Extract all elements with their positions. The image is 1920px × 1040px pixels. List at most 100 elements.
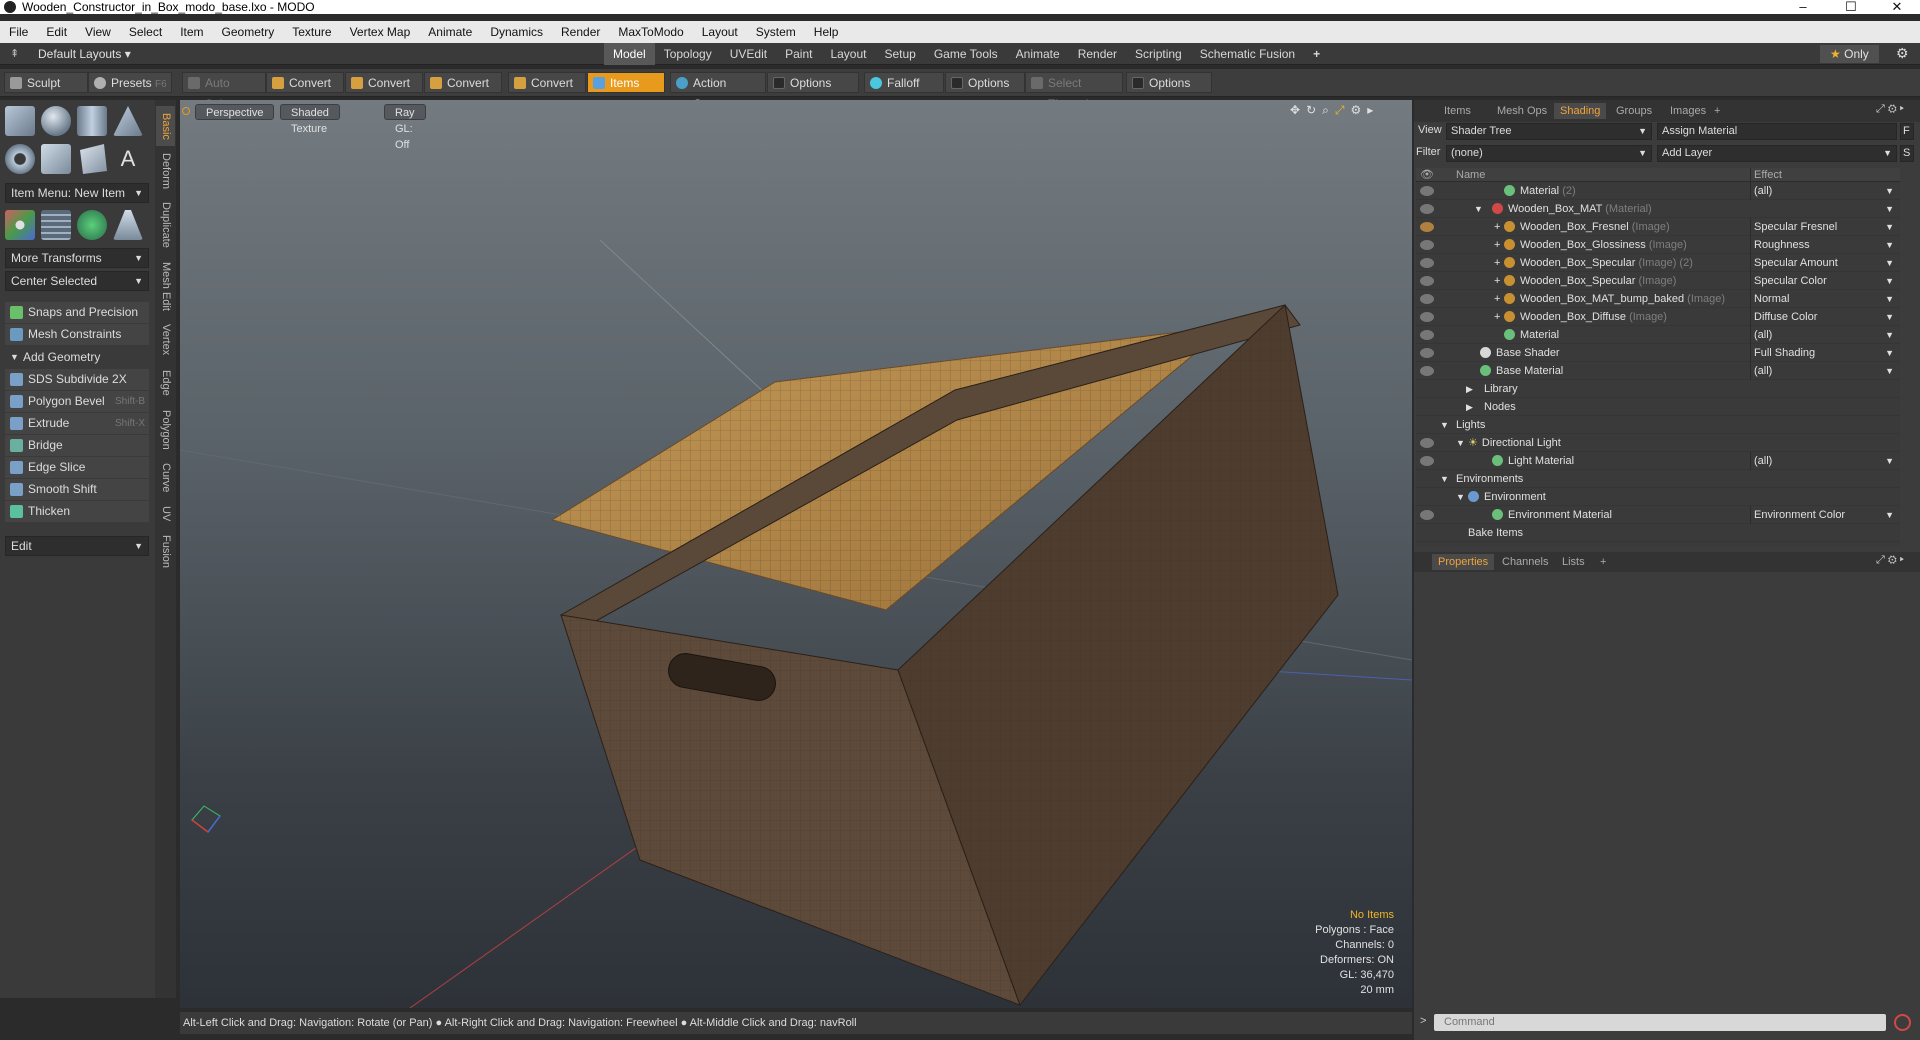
layouts-icon[interactable]: ⇞ xyxy=(10,47,19,60)
expand-plus-icon[interactable]: + xyxy=(1494,218,1500,236)
vtab-uv[interactable]: UV xyxy=(156,500,175,528)
expand-arrow-icon[interactable]: ▼ xyxy=(1440,416,1449,434)
tab-animate[interactable]: Animate xyxy=(1007,43,1069,65)
action-center-options-button[interactable]: Options xyxy=(767,72,859,93)
perspective-icon[interactable] xyxy=(113,210,143,240)
visibility-eye-icon[interactable] xyxy=(1420,258,1434,268)
tree-row[interactable]: ▼ Environment xyxy=(1416,488,1900,506)
visibility-eye-icon[interactable] xyxy=(1420,294,1434,304)
tree-row[interactable]: Base Material (all) ▼ xyxy=(1416,362,1900,380)
tab-schematic-fusion[interactable]: Schematic Fusion xyxy=(1191,43,1304,65)
f-button[interactable]: F xyxy=(1900,123,1914,140)
menu-file[interactable]: File xyxy=(0,21,37,43)
row-effect[interactable]: Normal ▼ xyxy=(1750,290,1900,308)
visibility-eye-icon[interactable] xyxy=(1420,204,1434,214)
visibility-eye-icon[interactable] xyxy=(1420,510,1434,520)
default-layouts-dropdown[interactable]: Default Layouts ▾ xyxy=(38,43,131,65)
collapsed-arrow-icon[interactable]: ▶ xyxy=(1466,380,1473,398)
menu-system[interactable]: System xyxy=(747,21,805,43)
tree-row[interactable]: Light Material (all) ▼ xyxy=(1416,452,1900,470)
visibility-eye-icon[interactable] xyxy=(1420,276,1434,286)
tool-sds-subdivide[interactable]: SDS Subdivide 2X xyxy=(5,369,149,390)
expand-arrow-icon[interactable]: ▼ xyxy=(1474,200,1483,218)
expand-plus-icon[interactable]: + xyxy=(1494,254,1500,272)
tab-mesh-ops[interactable]: Mesh Ops xyxy=(1491,103,1553,119)
globe-icon[interactable] xyxy=(77,210,107,240)
convert-edges-button[interactable]: Convert xyxy=(345,72,423,93)
assign-material-button[interactable]: Assign Material xyxy=(1657,123,1897,140)
tab-uvedit[interactable]: UVEdit xyxy=(721,43,776,65)
close-icon[interactable]: ✕ xyxy=(1874,0,1920,14)
select-through-button[interactable]: Select Through xyxy=(1025,72,1123,111)
expand-arrow-icon[interactable]: ▼ xyxy=(1440,470,1449,488)
vtab-polygon[interactable]: Polygon xyxy=(156,404,175,456)
collapsed-arrow-icon[interactable]: ▶ xyxy=(1466,398,1473,416)
tab-render[interactable]: Render xyxy=(1069,43,1126,65)
add-layer-dropdown[interactable]: Add Layer ▼ xyxy=(1657,145,1897,162)
effect-column-header[interactable]: Effect xyxy=(1750,168,1900,182)
row-effect[interactable]: (all) ▼ xyxy=(1750,326,1900,344)
expand-arrow-icon[interactable]: ▼ xyxy=(1456,434,1465,452)
presets-button[interactable]: Presets F6 xyxy=(88,72,172,93)
menu-animate[interactable]: Animate xyxy=(419,21,481,43)
tool-edge-slice[interactable]: Edge Slice xyxy=(5,457,149,478)
tab-paint[interactable]: Paint xyxy=(776,43,821,65)
tree-row[interactable]: + Wooden_Box_Specular (Image) Specular Col… xyxy=(1416,272,1900,290)
action-center-button[interactable]: Action Center xyxy=(670,72,766,111)
tree-row[interactable]: Environment Material Environment Color ▼ xyxy=(1416,506,1900,524)
expand-plus-icon[interactable]: + xyxy=(1494,290,1500,308)
panel-expand-icon[interactable]: ⤢ ⚙ ▸ xyxy=(1876,554,1904,567)
row-effect[interactable]: Roughness ▼ xyxy=(1750,236,1900,254)
tab-channels[interactable]: Channels xyxy=(1496,554,1554,570)
expand-arrow-icon[interactable]: ▼ xyxy=(1456,488,1465,506)
zoom-icon[interactable]: ⌕ xyxy=(1322,103,1335,117)
viewport-gear-icon[interactable]: ⚙ xyxy=(1350,103,1367,117)
visibility-eye-icon[interactable] xyxy=(1420,348,1434,358)
visibility-eye-icon[interactable] xyxy=(1420,240,1434,250)
pen-tool-icon[interactable] xyxy=(80,144,107,174)
minimize-icon[interactable]: – xyxy=(1780,0,1826,14)
grid-icon[interactable] xyxy=(41,210,71,240)
edit-dropdown[interactable]: Edit ▼ xyxy=(5,536,149,556)
mesh-constraints-button[interactable]: Mesh Constraints xyxy=(5,324,149,345)
cone-primitive-icon[interactable] xyxy=(113,106,143,136)
vtab-curve[interactable]: Curve xyxy=(156,458,175,498)
tree-row[interactable]: + Wooden_Box_Diffuse (Image) Diffuse Color… xyxy=(1416,308,1900,326)
shading-mode-dropdown[interactable]: Shaded Texture xyxy=(280,104,340,135)
convert-polygons-button[interactable]: Convert xyxy=(424,72,502,93)
brush-icon[interactable] xyxy=(1420,222,1434,232)
only-toggle[interactable]: ★ Only xyxy=(1820,45,1879,63)
tab-model[interactable]: Model xyxy=(604,43,655,65)
tree-row[interactable]: Base Shader Full Shading ▼ xyxy=(1416,344,1900,362)
tab-setup[interactable]: Setup xyxy=(875,43,924,65)
visibility-eye-icon[interactable] xyxy=(1420,312,1434,322)
maximize-icon[interactable]: ☐ xyxy=(1828,0,1874,14)
cylinder-primitive-icon[interactable] xyxy=(77,106,107,136)
vtab-vertex[interactable]: Vertex xyxy=(156,318,175,362)
tree-row[interactable]: Material (all) ▼ xyxy=(1416,326,1900,344)
more-transforms-dropdown[interactable]: More Transforms ▼ xyxy=(5,248,149,268)
viewport-menu-dot-icon[interactable] xyxy=(182,107,190,115)
menu-help[interactable]: Help xyxy=(805,21,848,43)
tree-row[interactable]: ▼ Environments xyxy=(1416,470,1900,488)
add-layout-tab-icon[interactable]: + xyxy=(1304,43,1329,65)
item-menu-dropdown[interactable]: Item Menu: New Item ▼ xyxy=(5,183,149,203)
name-column-header[interactable]: Name xyxy=(1456,168,1485,182)
tab-groups[interactable]: Groups xyxy=(1610,103,1658,119)
tab-topology[interactable]: Topology xyxy=(655,43,721,65)
menu-render[interactable]: Render xyxy=(552,21,609,43)
cube-primitive-icon[interactable] xyxy=(5,106,35,136)
visibility-eye-icon[interactable] xyxy=(1420,330,1434,340)
expand-plus-icon[interactable]: + xyxy=(1494,272,1500,290)
tree-row[interactable]: ▼ Wooden_Box_MAT (Material) ▼ xyxy=(1416,200,1900,218)
tree-row[interactable]: ▶ Nodes xyxy=(1416,398,1900,416)
row-effect[interactable]: Specular Fresnel ▼ xyxy=(1750,218,1900,236)
tree-row[interactable]: + Wooden_Box_MAT_bump_baked (Image) Normal… xyxy=(1416,290,1900,308)
panel-expand-icon[interactable]: ⤢ ⚙ ▸ xyxy=(1876,103,1904,116)
menu-vertex-map[interactable]: Vertex Map xyxy=(341,21,420,43)
row-effect[interactable]: Full Shading ▼ xyxy=(1750,344,1900,362)
visibility-eye-icon[interactable] xyxy=(1420,186,1434,196)
visibility-eye-icon[interactable] xyxy=(1420,366,1434,376)
s-button[interactable]: S xyxy=(1900,145,1914,162)
add-tab-icon[interactable]: + xyxy=(1594,554,1612,570)
